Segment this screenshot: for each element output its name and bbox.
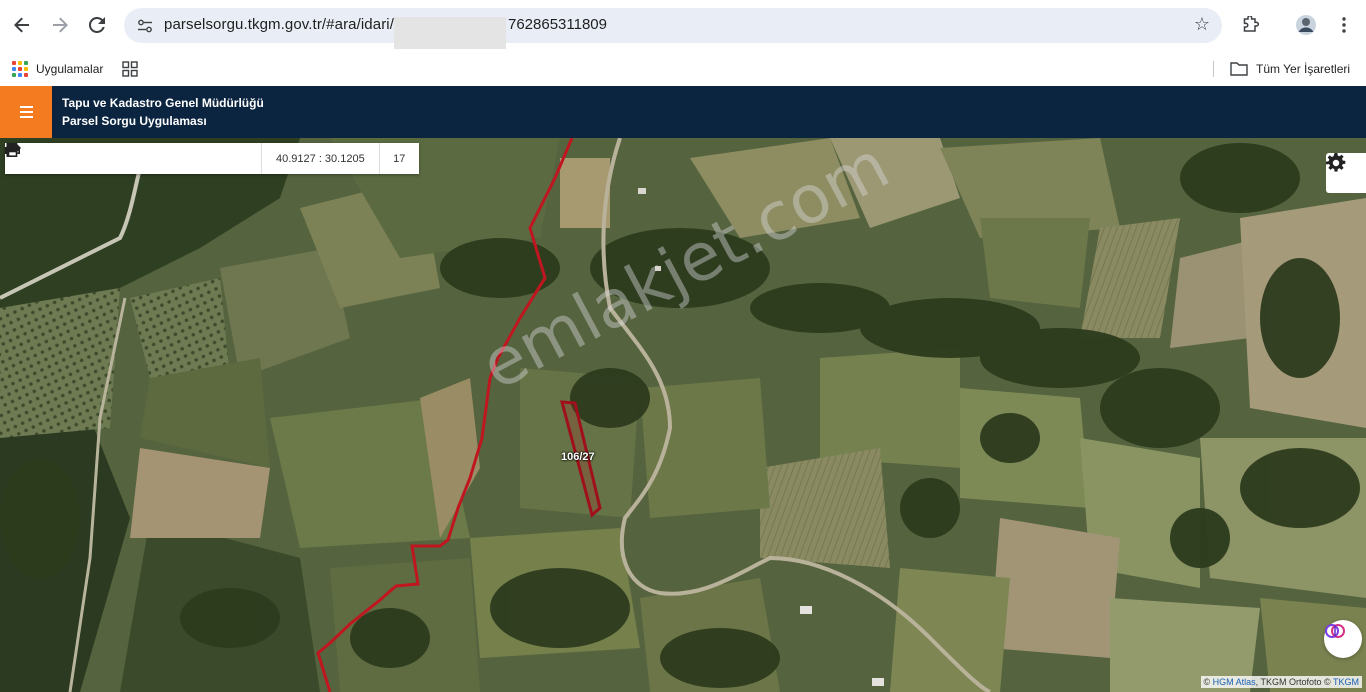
parcel-label[interactable]: 106/27 [561,451,595,463]
app-header: Tapu ve Kadastro Genel Müdürlüğü Parsel … [0,86,1366,138]
arrow-left-icon [14,17,29,33]
favorites-button[interactable] [5,143,197,174]
reload-button[interactable] [83,11,111,39]
settings-button[interactable] [1326,153,1366,193]
zoom-level: 17 [378,143,419,174]
tab-groups-icon[interactable] [122,57,138,81]
locate-button[interactable] [5,143,133,174]
url-text: parselsorgu.tkgm.gov.tr/#ara/idari/1 [164,16,402,33]
attribution-prefix: © [1203,677,1213,687]
header-title: Tapu ve Kadastro Genel Müdürlüğü Parsel … [62,94,264,130]
map-attribution: © HGM Atlas, TKGM Ortofoto © TKGM [1200,676,1362,688]
print-button[interactable] [5,143,261,174]
zoom-out-button[interactable] [5,143,69,174]
back-button[interactable] [8,11,36,39]
bookmarks-bar: Uygulamalar Tüm Yer İşaretleri [0,52,1366,86]
apps-bookmark-label: Uygulamalar [36,62,104,76]
info-button[interactable] [6,143,165,174]
browser-toolbar: parselsorgu.tkgm.gov.tr/#ara/idari/1 762… [0,0,1366,52]
url-suffix: 762865311809 [508,16,607,33]
brain-icon [1325,624,1345,638]
reload-icon [89,17,105,33]
hgm-atlas-link[interactable]: HGM Atlas [1213,677,1256,687]
url-prefix: parselsorgu.tkgm.gov.tr/#ara/idari/ [164,16,394,33]
attribution-middle: , TKGM Ortofoto © [1255,677,1333,687]
tkgm-link[interactable]: TKGM [1333,677,1359,687]
all-bookmarks-label: Tüm Yer İşaretleri [1256,62,1351,76]
folder-icon [1230,62,1248,76]
forward-button[interactable] [46,11,74,39]
map-toolbar: 40.9127 : 30.1205 17 [5,143,419,174]
bookmarks-divider [1213,61,1214,77]
apps-bookmark[interactable]: Uygulamalar [12,57,103,81]
address-bar[interactable]: parselsorgu.tkgm.gov.tr/#ara/idari/1 762… [124,8,1222,49]
gear-icon [1326,153,1346,172]
bookmark-star-icon[interactable]: ☆ [1194,14,1210,35]
arrow-right-icon [53,17,68,33]
extensions-icon[interactable] [1236,11,1264,39]
refresh-button[interactable] [6,143,101,174]
print-icon [5,143,20,157]
org-name: Tapu ve Kadastro Genel Müdürlüğü [62,96,264,110]
measure-button[interactable] [5,143,229,174]
assistant-button[interactable] [1324,620,1362,658]
apps-grid-icon [12,61,28,77]
profile-avatar[interactable] [1292,11,1320,39]
coordinate-readout: 40.9127 : 30.1205 [261,143,379,174]
app-name: Parsel Sorgu Uygulaması [62,114,207,128]
hamburger-menu-button[interactable] [0,86,52,138]
map-imagery [0,138,1366,692]
satellite-map[interactable]: emlakjet.com 106/27 40.9127 : 30.1205 17 [0,138,1366,692]
url-redaction [394,17,506,49]
site-info-icon[interactable] [134,15,156,37]
more-options-icon[interactable] [1330,11,1358,39]
all-bookmarks-folder[interactable]: Tüm Yer İşaretleri [1230,57,1350,81]
